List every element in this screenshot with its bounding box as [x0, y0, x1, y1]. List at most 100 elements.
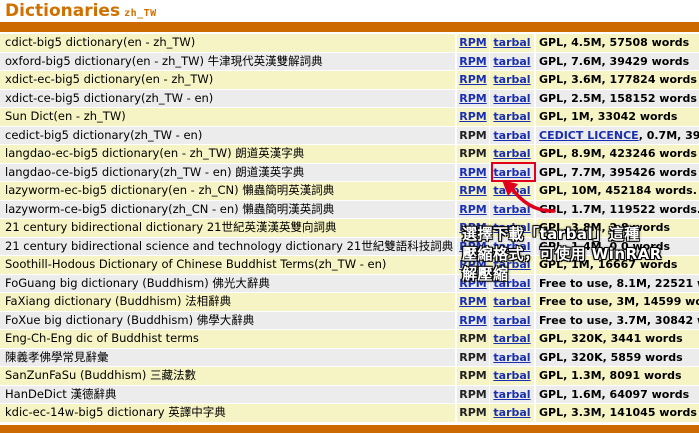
license-info: GPL, 4.5M, 57508 words [536, 34, 699, 52]
tarbal-download-link[interactable]: tarbal [493, 277, 530, 290]
tarbal-cell: tarbal [490, 404, 534, 422]
tarbal-download-link[interactable]: tarbal [493, 332, 530, 345]
rpm-download-link[interactable]: RPM [459, 184, 486, 197]
page-title: Dictionaries zh_TW [5, 1, 157, 21]
dictionary-name: lazyworm-ec-big5 dictionary(en - zh_CN) … [0, 182, 455, 200]
license-info: GPL, 320K, 3441 words [536, 330, 699, 348]
license-info: CEDICT LICENCE, 0.7M, 39 [536, 126, 699, 144]
tarbal-download-link[interactable]: tarbal [493, 147, 530, 160]
tarbal-cell: tarbal [490, 145, 534, 163]
dictionary-name: Eng-Ch-Eng dic of Buddhist terms [0, 330, 455, 348]
table-row: lazyworm-ce-big5 dictionary(zh_CN - en) … [0, 200, 699, 218]
table-row: oxford-big5 dictionary(en - zh_TW) 牛津現代英… [0, 52, 699, 70]
table-row: 21 century bidirectional dictionary 21世紀… [0, 219, 699, 237]
license-link[interactable]: CEDICT LICENCE [539, 129, 639, 142]
tarbal-download-link[interactable]: tarbal [493, 36, 530, 49]
tarbal-download-link[interactable]: tarbal [493, 351, 530, 364]
rpm-cell: RPM [457, 163, 489, 181]
rpm-download-link[interactable]: RPM [459, 36, 486, 49]
tarbal-download-link[interactable]: tarbal [493, 258, 530, 271]
tarbal-cell: tarbal [490, 311, 534, 329]
table-row: FaXiang dictionary (Buddhism) 法相辭典 RPM tar… [0, 293, 699, 311]
table-row: HanDeDict 漢德辭典 RPM tarbal GPL, 1.6M, 64097 … [0, 385, 699, 403]
dictionary-name: 21 century bidirectional science and tec… [0, 237, 455, 255]
table-row: lazyworm-ec-big5 dictionary(en - zh_CN) … [0, 182, 699, 200]
license-info: Free to use, 3.7M, 30842 w [536, 311, 699, 329]
rpm-cell: RPM [457, 126, 489, 144]
bottom-divider-bar [0, 425, 699, 433]
tarbal-download-link[interactable]: tarbal [493, 240, 530, 253]
rpm-cell: RPM [457, 293, 489, 311]
rpm-download-link[interactable]: RPM [459, 55, 486, 68]
tarbal-cell: tarbal [490, 293, 534, 311]
rpm-cell: RPM [457, 108, 489, 126]
tarbal-cell: tarbal [490, 330, 534, 348]
tarbal-cell: tarbal [490, 348, 534, 366]
dictionary-name: xdict-ce-big5 dictionary(zh_TW - en) [0, 89, 455, 107]
rpm-download-link[interactable]: RPM [459, 221, 486, 234]
rpm-download-link[interactable]: RPM [459, 166, 486, 179]
rpm-cell: RPM [457, 348, 489, 366]
rpm-download-link[interactable]: RPM [459, 258, 486, 271]
tarbal-download-link[interactable]: tarbal [493, 314, 530, 327]
rpm-label: RPM [459, 350, 487, 364]
license-info: GPL, 1.7M, 119522 words. [536, 200, 699, 218]
rpm-download-link[interactable]: RPM [459, 277, 486, 290]
tarbal-download-link[interactable]: tarbal [493, 203, 530, 216]
license-info: GPL, 3.8M, 2 8 words [536, 219, 699, 237]
tarbal-download-link[interactable]: tarbal [493, 406, 530, 419]
tarbal-download-link[interactable]: tarbal [493, 110, 530, 123]
rpm-cell: RPM [457, 274, 489, 292]
tarbal-cell: tarbal [490, 200, 534, 218]
tarbal-cell: tarbal [490, 219, 534, 237]
top-divider-bar [0, 22, 699, 32]
tarbal-download-link[interactable]: tarbal [493, 184, 530, 197]
table-row: langdao-ec-big5 dictionary(en - zh_TW) 朗… [0, 145, 699, 163]
rpm-label: RPM [459, 147, 487, 160]
rpm-download-link[interactable]: RPM [459, 203, 486, 216]
rpm-cell: RPM [457, 404, 489, 422]
rpm-download-link[interactable]: RPM [459, 110, 486, 123]
tarbal-cell: tarbal [490, 52, 534, 70]
rpm-cell: RPM [457, 71, 489, 89]
table-row: langdao-ce-big5 dictionary(zh_TW - en) 朗… [0, 163, 699, 181]
table-row: cdict-big5 dictionary(en - zh_TW) RPM tarb… [0, 34, 699, 52]
table-row: FoXue big dictionary (Buddhism) 佛學大辭典 RPM… [0, 311, 699, 329]
license-info: GPL, 1M, 33042 words [536, 108, 699, 126]
dictionary-name: langdao-ce-big5 dictionary(zh_TW - en) 朗… [0, 163, 455, 181]
page-title-text: Dictionaries [5, 1, 121, 21]
tarbal-download-link[interactable]: tarbal [493, 221, 530, 234]
tarbal-download-link[interactable]: tarbal [493, 388, 530, 401]
rpm-label: RPM [459, 128, 487, 142]
dictionary-name: Sun Dict(en - zh_TW) [0, 108, 455, 126]
rpm-download-link[interactable]: RPM [459, 73, 486, 86]
tarbal-cell: tarbal [490, 71, 534, 89]
rpm-cell: RPM [457, 237, 489, 255]
tarbal-download-link[interactable]: tarbal [493, 295, 530, 308]
rpm-download-link[interactable]: RPM [459, 92, 486, 105]
rpm-download-link[interactable]: RPM [459, 314, 486, 327]
rpm-label: RPM [459, 387, 487, 401]
tarbal-download-link[interactable]: tarbal [493, 55, 530, 68]
tarbal-download-link[interactable]: tarbal [493, 166, 530, 179]
dictionary-name: FoGuang big dictionary (Buddhism) 佛光大辭典 [0, 274, 455, 292]
license-info: Free to use, 8.1M, 22521 w [536, 274, 699, 292]
tarbal-cell: tarbal [490, 108, 534, 126]
tarbal-cell: tarbal [490, 89, 534, 107]
tarbal-cell: tarbal [490, 182, 534, 200]
table-row: kdic-ec-14w-big5 dictionary 英譯中字典 RPM tarb… [0, 404, 699, 422]
license-info: GPL, 1.6M, 64097 words [536, 385, 699, 403]
rpm-download-link[interactable]: RPM [459, 240, 486, 253]
tarbal-cell: tarbal [490, 367, 534, 385]
tarbal-cell: tarbal [490, 126, 534, 144]
tarbal-download-link[interactable]: tarbal [493, 92, 530, 105]
tarbal-download-link[interactable]: tarbal [493, 73, 530, 86]
rpm-label: RPM [459, 369, 487, 382]
dictionary-name: HanDeDict 漢德辭典 [0, 385, 455, 403]
tarbal-cell: tarbal [490, 163, 534, 181]
tarbal-download-link[interactable]: tarbal [493, 129, 530, 142]
license-info: GPL, 3.6M, 177824 words [536, 71, 699, 89]
license-info: GPL, 7.6M, 39429 words [536, 52, 699, 70]
tarbal-download-link[interactable]: tarbal [493, 369, 530, 382]
rpm-download-link[interactable]: RPM [459, 295, 486, 308]
